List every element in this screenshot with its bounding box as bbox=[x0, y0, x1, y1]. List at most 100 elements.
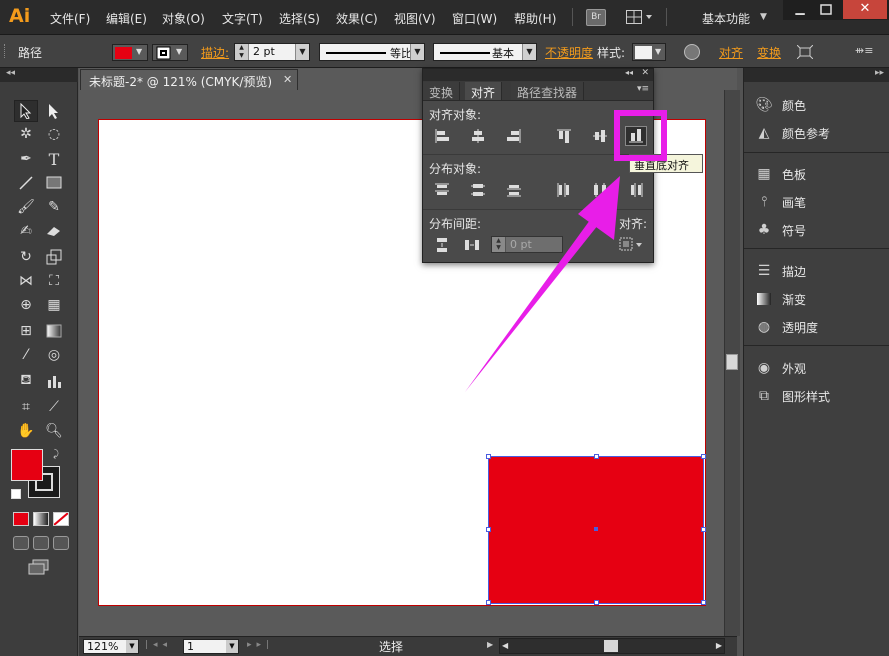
panel-swatches[interactable]: ▦ 色板 bbox=[754, 162, 806, 186]
eyedropper-tool-icon[interactable]: ⁄ bbox=[14, 344, 38, 366]
brush-definition-dropdown[interactable]: 基本 ▼ bbox=[433, 43, 537, 61]
variable-width-profile-dropdown[interactable]: 等比 ▼ bbox=[319, 43, 425, 61]
shape-builder-tool-icon[interactable]: ⊕ bbox=[14, 294, 38, 316]
artboard-number-dropdown[interactable]: 1 ▼ bbox=[183, 639, 239, 654]
color-mode-icon[interactable] bbox=[13, 512, 29, 526]
selection-handle[interactable] bbox=[486, 527, 491, 532]
tab-transform[interactable]: 变换 bbox=[423, 82, 461, 100]
horizontal-distribute-space-icon[interactable] bbox=[461, 235, 483, 255]
artboard-nav-prev-icon[interactable]: |◂◂ bbox=[145, 640, 172, 650]
swap-fill-stroke-icon[interactable]: ⤸ bbox=[53, 449, 59, 460]
stroke-weight-field[interactable]: ▲ ▼ 2 pt ▼ bbox=[234, 43, 310, 61]
vertical-scrollbar[interactable] bbox=[724, 90, 740, 636]
fill-color-box[interactable] bbox=[11, 449, 43, 481]
panel-color[interactable]: 🎨︎ 颜色 bbox=[754, 93, 806, 117]
screen-mode-icon[interactable] bbox=[28, 559, 50, 575]
panel-options-menu-icon[interactable]: ▾≡ bbox=[637, 84, 649, 94]
paintbrush-tool-icon[interactable]: 🖌 bbox=[14, 196, 38, 218]
chevron-down-icon[interactable]: ▼ bbox=[522, 44, 536, 60]
panel-gradient[interactable]: 渐变 bbox=[754, 287, 806, 311]
blend-tool-icon[interactable]: ◎ bbox=[42, 344, 66, 366]
stroke-label[interactable]: 描边: bbox=[201, 44, 229, 61]
collapse-panel-icon[interactable]: ◂◂ bbox=[625, 68, 633, 77]
horizontal-distribute-left-icon[interactable] bbox=[553, 180, 575, 200]
panel-symbols[interactable]: ♣ 符号 bbox=[754, 218, 806, 242]
workspace-switcher[interactable]: 基本功能 bbox=[702, 10, 750, 27]
symbol-sprayer-tool-icon[interactable]: ⛾ bbox=[14, 370, 38, 392]
vertical-distribute-center-icon[interactable] bbox=[467, 180, 489, 200]
horizontal-align-left-icon[interactable] bbox=[431, 126, 453, 146]
scroll-thumb[interactable] bbox=[726, 354, 738, 370]
align-link[interactable]: 对齐 bbox=[719, 44, 743, 61]
horizontal-distribute-center-icon[interactable] bbox=[589, 180, 611, 200]
column-graph-tool-icon[interactable] bbox=[42, 370, 66, 392]
line-tool-icon[interactable] bbox=[14, 172, 38, 194]
graphic-style-button[interactable]: ▼ bbox=[632, 43, 666, 61]
panel-color-guide[interactable]: ◭ 颜色参考 bbox=[754, 121, 830, 145]
pen-tool-icon[interactable]: ✒ bbox=[14, 148, 38, 170]
bridge-button[interactable]: Br bbox=[586, 9, 606, 26]
menu-effect[interactable]: 效果(C) bbox=[336, 10, 378, 27]
document-tab[interactable]: 未标题-2* @ 121% (CMYK/预览) ✕ bbox=[80, 69, 298, 90]
close-window-icon[interactable]: ✕ bbox=[843, 0, 887, 19]
stepper-icon[interactable]: ▲ ▼ bbox=[492, 237, 506, 252]
align-panel-titlebar[interactable]: ◂◂ ✕ bbox=[423, 68, 653, 81]
close-tab-icon[interactable]: ✕ bbox=[283, 73, 292, 86]
vertical-distribute-space-icon[interactable] bbox=[431, 235, 453, 255]
direct-selection-tool-icon[interactable] bbox=[42, 100, 66, 122]
menu-window[interactable]: 窗口(W) bbox=[452, 10, 497, 27]
selection-handle[interactable] bbox=[594, 454, 599, 459]
zoom-dropdown[interactable]: 121% ▼ bbox=[83, 639, 139, 654]
tab-align[interactable]: 对齐 bbox=[465, 82, 503, 100]
none-mode-icon[interactable] bbox=[53, 512, 69, 526]
gradient-mode-icon[interactable] bbox=[33, 512, 49, 526]
gradient-tool-icon[interactable] bbox=[42, 320, 66, 342]
opacity-label[interactable]: 不透明度 bbox=[545, 44, 593, 61]
transform-link[interactable]: 变换 bbox=[757, 44, 781, 61]
collapse-icon[interactable]: ◂◂ bbox=[6, 68, 15, 78]
draw-normal-icon[interactable] bbox=[13, 536, 29, 550]
type-tool-icon[interactable]: T bbox=[42, 148, 66, 170]
horizontal-align-center-icon[interactable] bbox=[467, 126, 489, 146]
selection-handle[interactable] bbox=[701, 527, 706, 532]
fill-color-button[interactable]: ▼ bbox=[112, 44, 148, 61]
default-fill-stroke-icon[interactable] bbox=[11, 489, 21, 499]
rotate-tool-icon[interactable]: ↻ bbox=[14, 246, 38, 268]
panel-menu-icon[interactable]: ⇻≡ bbox=[855, 44, 873, 57]
menu-type[interactable]: 文字(T) bbox=[222, 10, 263, 27]
horizontal-scrollbar[interactable]: ◀ ▶ bbox=[499, 638, 725, 654]
menu-select[interactable]: 选择(S) bbox=[279, 10, 320, 27]
scale-tool-icon[interactable] bbox=[42, 246, 66, 268]
slice-tool-icon[interactable]: ⟋ bbox=[42, 396, 66, 418]
spacing-field[interactable]: ▲ ▼ 0 pt bbox=[491, 236, 563, 253]
close-panel-icon[interactable]: ✕ bbox=[641, 68, 649, 78]
scroll-thumb[interactable] bbox=[604, 640, 618, 652]
selected-rectangle[interactable] bbox=[486, 454, 706, 605]
menu-view[interactable]: 视图(V) bbox=[394, 10, 436, 27]
menu-help[interactable]: 帮助(H) bbox=[514, 10, 556, 27]
artboard-nav-next-icon[interactable]: ▸▸| bbox=[247, 640, 274, 650]
chevron-down-icon[interactable]: ▼ bbox=[295, 44, 309, 60]
stepper-icon[interactable]: ▲ ▼ bbox=[235, 44, 249, 60]
vertical-align-center-icon[interactable] bbox=[589, 126, 611, 146]
vertical-distribute-top-icon[interactable] bbox=[431, 180, 453, 200]
isolate-object-icon[interactable] bbox=[796, 44, 814, 60]
chevron-down-icon[interactable]: ▼ bbox=[410, 44, 424, 60]
width-tool-icon[interactable]: ⋈ bbox=[14, 270, 38, 292]
menu-object[interactable]: 对象(O) bbox=[162, 10, 205, 27]
arrange-documents-icon[interactable] bbox=[626, 10, 654, 25]
chevron-down-icon[interactable]: ▼ bbox=[126, 640, 138, 653]
panel-graphic-styles[interactable]: ⧉ 图形样式 bbox=[754, 384, 830, 408]
horizontal-align-right-icon[interactable] bbox=[503, 126, 525, 146]
minimize-icon[interactable]: ▁ bbox=[789, 1, 811, 17]
chevron-down-icon[interactable]: ▼ bbox=[226, 640, 238, 653]
eraser-tool-icon[interactable] bbox=[42, 220, 66, 242]
blob-brush-tool-icon[interactable]: ✍ bbox=[14, 220, 38, 242]
hand-tool-icon[interactable]: ✋ bbox=[14, 420, 38, 442]
status-menu-arrow-icon[interactable]: ▶ bbox=[487, 640, 493, 649]
expand-panels-icon[interactable]: ▸▸ bbox=[875, 68, 884, 78]
vertical-distribute-bottom-icon[interactable] bbox=[503, 180, 525, 200]
panel-transparency[interactable]: ◍ 透明度 bbox=[754, 315, 818, 339]
selection-handle[interactable] bbox=[701, 454, 706, 459]
horizontal-distribute-right-icon[interactable] bbox=[625, 180, 647, 200]
